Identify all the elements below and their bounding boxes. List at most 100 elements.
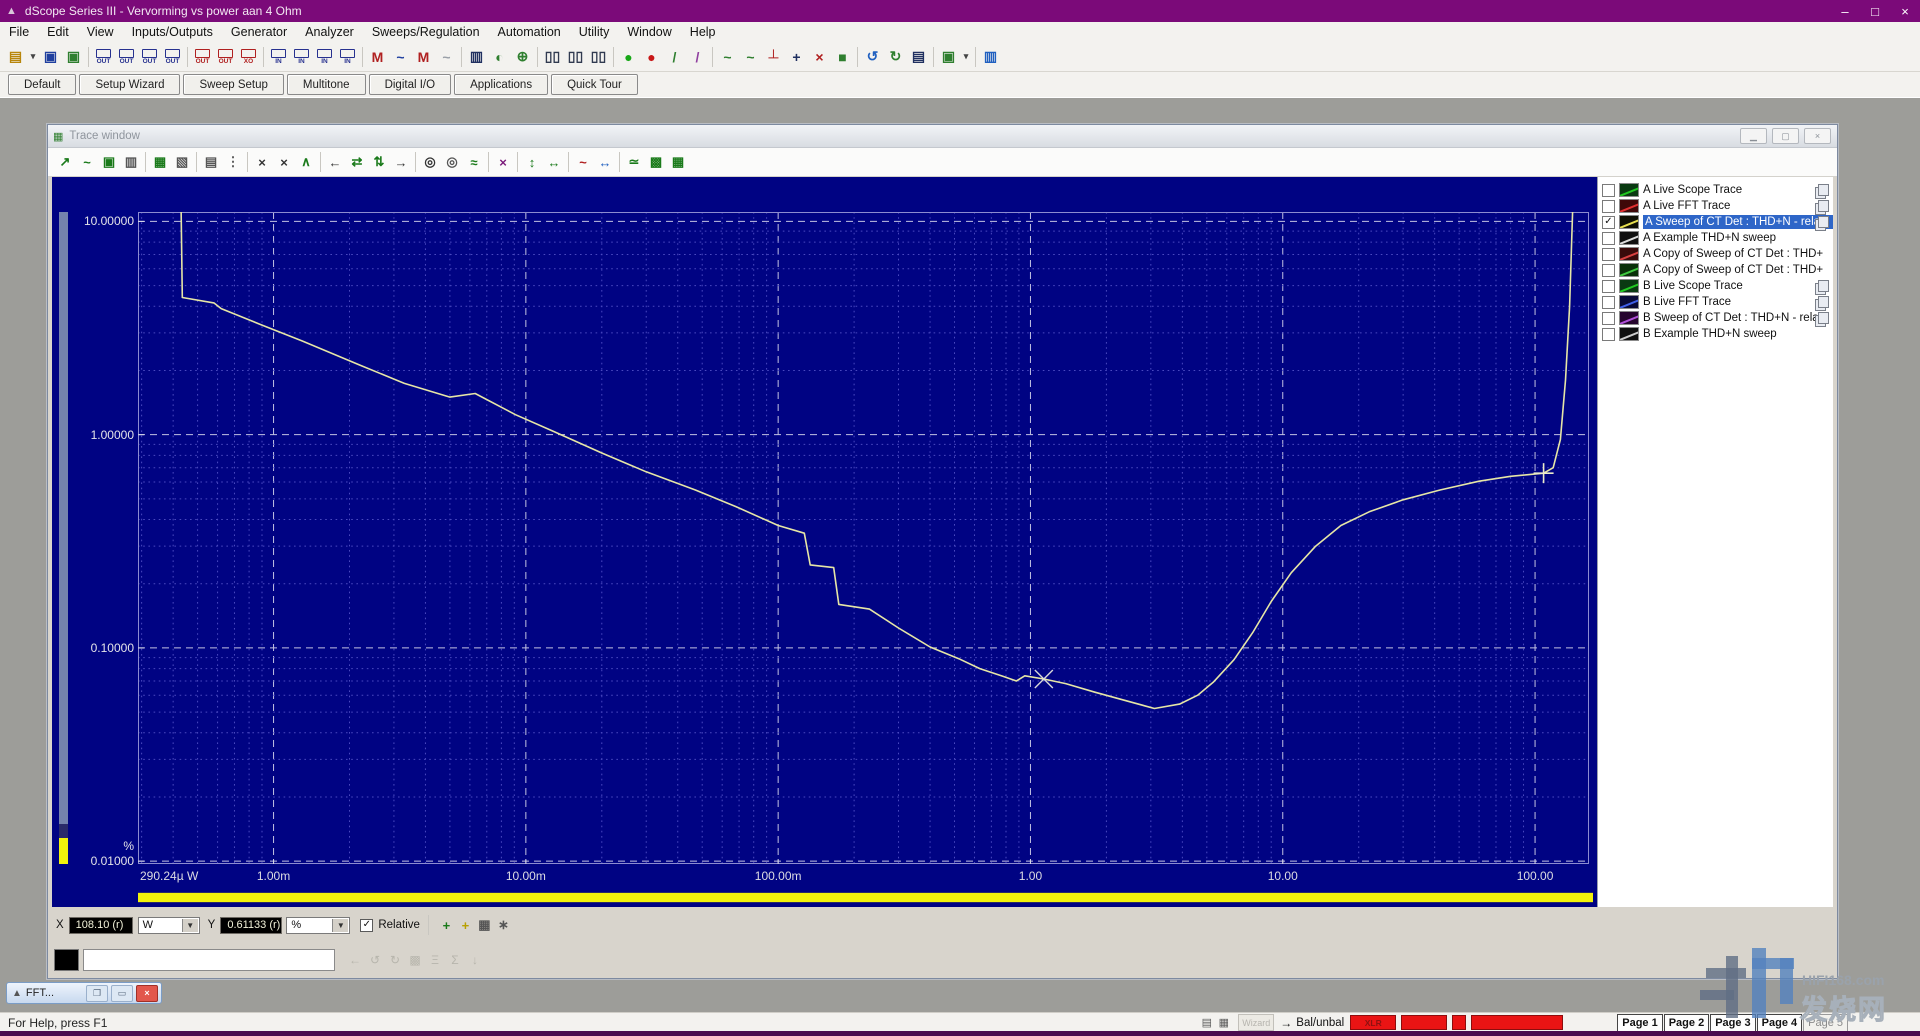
fft-menu-button[interactable]: ▭ [111, 985, 133, 1002]
output-xo-icon[interactable]: XO [237, 45, 260, 69]
legend-row-label[interactable]: A Live FFT Trace [1643, 200, 1833, 212]
zoom-out-icon[interactable]: ◎ [441, 151, 463, 173]
menu-file[interactable]: File [0, 22, 38, 42]
save-trace-icon[interactable]: ▣ [98, 151, 120, 173]
menu-view[interactable]: View [78, 22, 123, 42]
legend-row[interactable]: A Live Scope Trace [1598, 182, 1833, 198]
trace-checkbox[interactable] [1602, 296, 1615, 309]
cursor-snap-icon[interactable]: ∗ [494, 916, 513, 935]
output-d-icon[interactable]: OUT [161, 45, 184, 69]
menu-automation[interactable]: Automation [489, 22, 570, 42]
add-icon[interactable]: + [785, 45, 808, 69]
cursor-table-icon[interactable]: ▦ [475, 916, 494, 935]
fft-close-button[interactable]: × [136, 985, 158, 1002]
autoscale-icon[interactable]: ↗ [54, 151, 76, 173]
channel-ab-icon[interactable]: ▯▯ [564, 45, 587, 69]
menu-analyzer[interactable]: Analyzer [296, 22, 363, 42]
print-icon[interactable]: ▤ [907, 45, 930, 69]
keypad-status-icon[interactable]: ▦ [1215, 1015, 1232, 1031]
redo-icon[interactable]: ↻ [884, 45, 907, 69]
maximize-button[interactable]: □ [1860, 0, 1890, 22]
legend-row[interactable]: A Copy of Sweep of CT Det : THD+ [1598, 262, 1833, 278]
wave-dim-icon[interactable]: ~ [435, 45, 458, 69]
tab-sweep-setup[interactable]: Sweep Setup [183, 74, 283, 95]
monitor-status-icon[interactable]: ▤ [1198, 1015, 1215, 1031]
legend-row-label[interactable]: A Copy of Sweep of CT Det : THD+ [1643, 248, 1833, 260]
trace-maximize-button[interactable]: ▢ [1772, 128, 1799, 144]
delete-marker-icon[interactable]: × [492, 151, 514, 173]
pan-right-icon[interactable]: → [390, 151, 412, 173]
peak-hold-icon[interactable]: ∧ [295, 151, 317, 173]
y-scroll-thumb-accent[interactable] [59, 838, 68, 864]
channel-b-icon[interactable]: ▯▯ [587, 45, 610, 69]
clear-all-icon[interactable]: × [273, 151, 295, 173]
graph-outline-icon[interactable]: ▧ [171, 151, 193, 173]
y-unit-combo[interactable]: %▼ [286, 917, 350, 934]
analyzer-2-icon[interactable]: M [412, 45, 435, 69]
x-readout-value[interactable]: 108.10 (r) [69, 917, 133, 934]
cursor-horizontal-icon[interactable]: ↔ [543, 151, 565, 173]
trace-checkbox[interactable] [1602, 280, 1615, 293]
menu-generator[interactable]: Generator [222, 22, 296, 42]
trace-checkbox[interactable] [1602, 328, 1615, 341]
open-file-icon[interactable]: ▤ [4, 45, 27, 69]
menu-window[interactable]: Window [618, 22, 680, 42]
minimize-button[interactable]: – [1830, 0, 1860, 22]
page-button-page-1[interactable]: Page 1 [1617, 1014, 1662, 1032]
legend-row-label[interactable]: A Live Scope Trace [1643, 184, 1833, 196]
scope-icon[interactable]: ▥ [465, 45, 488, 69]
input-b-icon[interactable]: IN [290, 45, 313, 69]
page-button-page-2[interactable]: Page 2 [1664, 1014, 1709, 1032]
trace-checkbox[interactable] [1602, 248, 1615, 261]
legend-row[interactable]: B Live Scope Trace [1598, 278, 1833, 294]
meter-icon[interactable]: ◐ [488, 45, 511, 69]
x-unit-combo[interactable]: W▼ [138, 917, 200, 934]
relative-checkbox[interactable]: ✓ [360, 919, 373, 932]
add-cursor-icon[interactable]: + [437, 916, 456, 935]
trace-checkbox[interactable]: ✓ [1602, 216, 1615, 229]
legend-row-label[interactable]: B Live FFT Trace [1643, 296, 1833, 308]
y-readout-value[interactable]: 0.61133 (r) [220, 917, 282, 934]
output-c-icon[interactable]: OUT [138, 45, 161, 69]
start-icon[interactable]: ● [617, 45, 640, 69]
grid-icon[interactable]: ▤ [200, 151, 222, 173]
legend-row[interactable]: A Live FFT Trace [1598, 198, 1833, 214]
menu-help[interactable]: Help [681, 22, 725, 42]
wave-2-icon[interactable]: ~ [739, 45, 762, 69]
input-c-icon[interactable]: IN [313, 45, 336, 69]
legend-row[interactable]: B Sweep of CT Det : THD+N - rela [1598, 310, 1833, 326]
io-mode-label[interactable]: Bal/unbal [1296, 1017, 1344, 1029]
zoom-fit-icon[interactable]: ≈ [463, 151, 485, 173]
input-d-icon[interactable]: IN [336, 45, 359, 69]
annotation-input[interactable] [83, 949, 335, 971]
undo-icon[interactable]: ↺ [861, 45, 884, 69]
add-reference-cursor-icon[interactable]: + [456, 916, 475, 935]
page-button-page-5[interactable]: Page 5 [1803, 1014, 1848, 1032]
trace-minimize-button[interactable]: ▁ [1740, 128, 1767, 144]
save-icon[interactable]: ▣ [39, 45, 62, 69]
grid-dots-icon[interactable]: ⋮ [222, 151, 244, 173]
open-dropdown-icon[interactable]: ▾ [27, 45, 39, 69]
output-mute-2-icon[interactable]: OUT [214, 45, 237, 69]
copy-trace-icon[interactable] [1818, 216, 1829, 228]
analyzer-1-icon[interactable]: M [366, 45, 389, 69]
tab-default[interactable]: Default [8, 74, 76, 95]
y-unit-dropdown-icon[interactable]: ▼ [332, 919, 348, 932]
trace-close-button[interactable]: × [1804, 128, 1831, 144]
output-a-icon[interactable]: OUT [92, 45, 115, 69]
page-button-page-4[interactable]: Page 4 [1757, 1014, 1802, 1032]
smooth-trace-icon[interactable]: ~ [76, 151, 98, 173]
zoom-in-icon[interactable]: ◎ [419, 151, 441, 173]
legend-row[interactable]: ✓A Sweep of CT Det : THD+N - relat [1598, 214, 1833, 230]
expand-y-icon[interactable]: ⇅ [368, 151, 390, 173]
trigger-icon[interactable]: ┴ [762, 45, 785, 69]
output-mute-1-icon[interactable]: OUT [191, 45, 214, 69]
output-b-icon[interactable]: OUT [115, 45, 138, 69]
tab-quick-tour[interactable]: Quick Tour [551, 74, 638, 95]
legend-row[interactable]: B Live FFT Trace [1598, 294, 1833, 310]
region-icon[interactable]: ▩ [645, 151, 667, 173]
legend-row[interactable]: A Example THD+N sweep [1598, 230, 1833, 246]
export-icon[interactable]: ▥ [979, 45, 1002, 69]
span-icon[interactable]: ↔ [594, 151, 616, 173]
cursor-vertical-icon[interactable]: ↕ [521, 151, 543, 173]
